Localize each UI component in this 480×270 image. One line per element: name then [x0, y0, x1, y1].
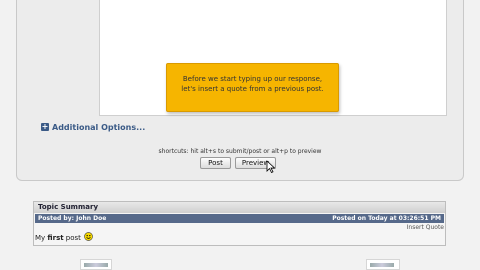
post-button[interactable]: Post: [200, 157, 231, 169]
topic-summary-title: Topic Summary: [34, 202, 445, 213]
posted-by: Posted by: John Doe: [38, 215, 107, 222]
insert-quote-link[interactable]: Insert Quote: [380, 224, 444, 231]
plus-icon[interactable]: +: [41, 123, 49, 131]
post-body: My first post: [35, 234, 81, 242]
footer-badge-left[interactable]: [80, 259, 112, 270]
additional-options-toggle[interactable]: + Additional Options...: [41, 121, 145, 133]
tooltip-line-1: Before we start typing up our response,: [182, 75, 323, 83]
post-text-prefix: My: [35, 234, 48, 242]
post-header-bar: Posted by: John Doe Posted on Today at 0…: [35, 214, 444, 223]
shortcuts-hint: shortcuts: hit alt+s to submit/post or a…: [158, 148, 322, 155]
post-text-bold: first: [47, 234, 64, 242]
posted-on: Posted on Today at 03:26:51 PM: [332, 215, 441, 222]
tutorial-tooltip: Before we start typing up our response, …: [166, 63, 339, 112]
post-text-suffix: post: [63, 234, 81, 242]
smiley-icon: [84, 232, 93, 241]
additional-options-label[interactable]: Additional Options...: [52, 123, 145, 132]
tooltip-line-2: let's insert a quote from a previous pos…: [181, 85, 324, 93]
footer-badge-right[interactable]: [366, 259, 400, 270]
mouse-cursor-icon: [266, 160, 276, 173]
